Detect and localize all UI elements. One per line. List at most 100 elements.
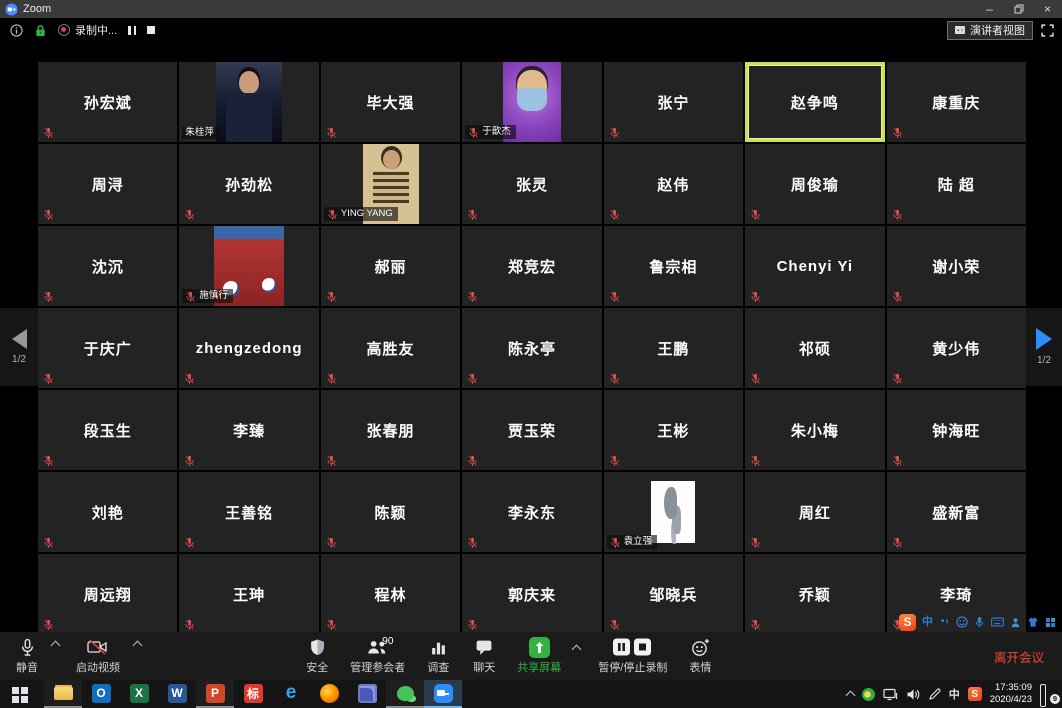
participant-tile[interactable]: 周俊瑜 — [745, 144, 884, 224]
participant-tile[interactable]: 李永东 — [462, 472, 601, 552]
participant-tile[interactable]: 毕大强 — [321, 62, 460, 142]
chat-button[interactable]: 聊天 — [461, 632, 507, 680]
participant-tile[interactable]: 黄少伟 — [887, 308, 1026, 388]
participant-tile[interactable]: 袁立强 — [604, 472, 743, 552]
participant-tile[interactable]: 王彬 — [604, 390, 743, 470]
participant-tile[interactable]: 贾玉荣 — [462, 390, 601, 470]
audio-options-chevron[interactable] — [51, 641, 61, 651]
next-page-control[interactable]: 1/2 — [1026, 308, 1062, 386]
speaker-view-button[interactable]: 演讲者视图 — [947, 21, 1033, 40]
participant-tile[interactable]: 陆 超 — [887, 144, 1026, 224]
minimize-button[interactable]: – — [975, 0, 1004, 18]
volume-tray-icon[interactable] — [906, 688, 920, 701]
red-chinese-app-icon[interactable]: 标 — [234, 680, 272, 708]
pause-recording-icon[interactable] — [128, 26, 136, 35]
participant-tile[interactable]: YING YANG — [321, 144, 460, 224]
ime-keyboard-icon[interactable] — [991, 617, 1004, 627]
share-screen-button[interactable]: 共享屏幕 — [507, 632, 571, 680]
participant-tile[interactable]: 王珅 — [179, 554, 318, 634]
firefox-icon[interactable] — [310, 680, 348, 708]
participant-tile[interactable]: 鲁宗相 — [604, 226, 743, 306]
participant-tile[interactable]: 乔颖 — [745, 554, 884, 634]
participant-tile[interactable]: zhengzedong — [179, 308, 318, 388]
participant-tile[interactable]: 孙劲松 — [179, 144, 318, 224]
previous-page-arrow-icon[interactable] — [12, 329, 27, 349]
participant-tile[interactable]: 盛新富 — [887, 472, 1026, 552]
edge-icon[interactable]: e — [272, 680, 310, 708]
participant-tile[interactable]: 刘艳 — [38, 472, 177, 552]
ime-voice-icon[interactable] — [974, 616, 985, 628]
ime-person-icon[interactable] — [1010, 617, 1021, 628]
wechat-icon[interactable] — [386, 680, 424, 708]
close-button[interactable]: × — [1033, 0, 1062, 18]
ime-toolbox-icon[interactable] — [1045, 617, 1056, 628]
participant-tile[interactable]: Chenyi Yi — [745, 226, 884, 306]
participant-tile[interactable]: 周远翔 — [38, 554, 177, 634]
start-button[interactable] — [0, 680, 44, 708]
participant-tile[interactable]: 于歆杰 — [462, 62, 601, 142]
participant-tile[interactable]: 郑竞宏 — [462, 226, 601, 306]
participant-tile[interactable]: 沈沉 — [38, 226, 177, 306]
stop-recording-icon[interactable] — [147, 26, 155, 34]
powerpoint-icon[interactable]: P — [196, 680, 234, 708]
participant-tile[interactable]: 赵争鸣 — [745, 62, 884, 142]
participant-tile[interactable]: 邹晓兵 — [604, 554, 743, 634]
pen-tray-icon[interactable] — [928, 688, 941, 701]
survey-button[interactable]: 调查 — [415, 632, 461, 680]
meeting-info-icon[interactable] — [10, 24, 23, 37]
security-button[interactable]: 安全 — [294, 632, 340, 680]
ime-emoji-icon[interactable] — [956, 616, 968, 628]
participant-tile[interactable]: 郭庆来 — [462, 554, 601, 634]
participant-tile[interactable]: 孙宏斌 — [38, 62, 177, 142]
participant-tile[interactable]: 钟海旺 — [887, 390, 1026, 470]
share-options-chevron[interactable] — [572, 644, 582, 654]
ime-skin-icon[interactable] — [1027, 617, 1039, 628]
antivirus-tray-icon[interactable] — [862, 688, 875, 701]
restore-button[interactable] — [1004, 0, 1033, 18]
sogou-logo-icon[interactable]: S — [899, 614, 916, 631]
display-tray-icon[interactable] — [883, 688, 898, 701]
participant-tile[interactable]: 陈永亭 — [462, 308, 601, 388]
ime-language-indicator[interactable]: 中 — [949, 686, 960, 702]
mute-button[interactable]: 静音 — [6, 632, 56, 680]
participant-tile[interactable]: 王鹏 — [604, 308, 743, 388]
notification-center-icon[interactable]: 9 — [1040, 687, 1057, 702]
leave-meeting-button[interactable]: 离开会议 — [994, 647, 1044, 666]
file-explorer-icon[interactable] — [44, 680, 82, 708]
taskbar-clock[interactable]: 17:35:09 2020/4/23 — [990, 682, 1032, 706]
word-icon[interactable]: W — [158, 680, 196, 708]
reactions-button[interactable]: 表情 — [677, 632, 723, 680]
participant-tile[interactable]: 施慎行 — [179, 226, 318, 306]
excel-icon[interactable]: X — [120, 680, 158, 708]
participant-tile[interactable]: 谢小荣 — [887, 226, 1026, 306]
participant-tile[interactable]: 周红 — [745, 472, 884, 552]
participant-tile[interactable]: 高胜友 — [321, 308, 460, 388]
participant-tile[interactable]: 张春朋 — [321, 390, 460, 470]
next-page-arrow-icon[interactable] — [1036, 328, 1052, 350]
outlook-icon[interactable]: O — [82, 680, 120, 708]
participant-tile[interactable]: 祁硕 — [745, 308, 884, 388]
video-options-chevron[interactable] — [133, 641, 143, 651]
participant-tile[interactable]: 王善铭 — [179, 472, 318, 552]
hidden-icons-chevron[interactable] — [845, 691, 855, 701]
participant-tile[interactable]: 张宁 — [604, 62, 743, 142]
participant-tile[interactable]: 赵伟 — [604, 144, 743, 224]
participant-tile[interactable]: 朱桂萍 — [179, 62, 318, 142]
participant-tile[interactable]: 朱小梅 — [745, 390, 884, 470]
start-video-button[interactable]: 启动视频 — [66, 632, 138, 680]
manage-participants-button[interactable]: 90 管理参会者 — [340, 632, 415, 680]
participant-tile[interactable]: 程林 — [321, 554, 460, 634]
purple-app-icon[interactable] — [348, 680, 386, 708]
sogou-tray-icon[interactable]: S — [968, 687, 982, 701]
ime-mode-indicator[interactable]: 中 — [922, 617, 933, 628]
participant-tile[interactable]: 张灵 — [462, 144, 601, 224]
participant-tile[interactable]: 周浔 — [38, 144, 177, 224]
participant-tile[interactable]: 段玉生 — [38, 390, 177, 470]
ime-punctuation-icon[interactable] — [939, 617, 950, 628]
participant-tile[interactable]: 李臻 — [179, 390, 318, 470]
participant-tile[interactable]: 康重庆 — [887, 62, 1026, 142]
participant-tile[interactable]: 郝丽 — [321, 226, 460, 306]
fullscreen-icon[interactable] — [1041, 24, 1054, 37]
previous-page-control[interactable]: 1/2 — [0, 308, 38, 386]
participant-tile[interactable]: 陈颖 — [321, 472, 460, 552]
